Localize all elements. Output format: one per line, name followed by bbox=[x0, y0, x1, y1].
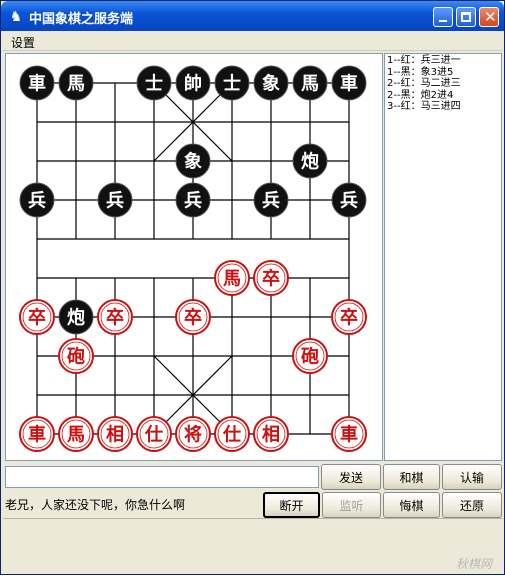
red-piece[interactable]: 卒 bbox=[19, 299, 55, 335]
move-item[interactable]: 2--红：马二进三 bbox=[387, 78, 499, 90]
restore-button[interactable]: 还原 bbox=[442, 492, 502, 518]
black-piece[interactable]: 炮 bbox=[292, 143, 328, 179]
black-piece[interactable]: 兵 bbox=[175, 182, 211, 218]
chat-input[interactable] bbox=[5, 466, 319, 488]
listen-button[interactable]: 监听 bbox=[322, 492, 381, 518]
disconnect-button[interactable]: 断开 bbox=[263, 492, 320, 518]
lower-panel bbox=[3, 518, 503, 574]
piece-label: 砲 bbox=[301, 346, 319, 368]
close-button[interactable]: ✕ bbox=[479, 7, 499, 27]
chess-app-icon: ♞ bbox=[9, 9, 23, 25]
black-piece[interactable]: 象 bbox=[175, 143, 211, 179]
piece-label: 象 bbox=[262, 73, 280, 95]
minimize-icon bbox=[439, 20, 447, 22]
piece-label: 象 bbox=[184, 151, 202, 173]
red-piece[interactable]: 卒 bbox=[97, 299, 133, 335]
black-piece[interactable]: 士 bbox=[136, 65, 172, 101]
piece-label: 相 bbox=[262, 425, 280, 446]
menu-bar: 设置 bbox=[3, 31, 503, 51]
piece-label: 車 bbox=[28, 424, 46, 446]
red-piece[interactable]: 砲 bbox=[58, 338, 94, 374]
piece-label: 仕 bbox=[222, 424, 241, 446]
piece-label: 卒 bbox=[262, 268, 280, 290]
status-message: 老兄，人家还没下呢，你急什么啊 bbox=[5, 498, 186, 512]
piece-label: 士 bbox=[223, 74, 241, 95]
close-icon: ✕ bbox=[484, 8, 497, 26]
piece-label: 兵 bbox=[262, 191, 280, 212]
black-piece[interactable]: 兵 bbox=[331, 182, 367, 218]
red-piece[interactable]: 馬 bbox=[214, 260, 250, 296]
chess-board[interactable]: 車馬士帥士象馬車象 炮兵兵兵兵兵馬 卒卒炮卒卒卒砲 砲車馬相仕将仕相車 bbox=[6, 54, 382, 460]
title-bar[interactable]: ♞ 中国象棋之服务端 ✕ bbox=[1, 1, 504, 31]
red-piece[interactable]: 車 bbox=[19, 416, 55, 452]
black-piece[interactable]: 兵 bbox=[19, 182, 55, 218]
menu-settings[interactable]: 设置 bbox=[11, 34, 35, 51]
draw-button[interactable]: 和棋 bbox=[383, 464, 440, 490]
piece-label: 兵 bbox=[28, 191, 46, 212]
maximize-button[interactable] bbox=[456, 7, 476, 27]
piece-label: 車 bbox=[340, 73, 358, 95]
red-piece[interactable]: 馬 bbox=[58, 416, 94, 452]
piece-label: 車 bbox=[340, 424, 358, 446]
maximize-icon bbox=[461, 12, 471, 22]
black-piece[interactable]: 兵 bbox=[97, 182, 133, 218]
move-item[interactable]: 3--红：马三进四 bbox=[387, 101, 499, 113]
piece-label: 士 bbox=[145, 74, 163, 95]
move-item[interactable]: 2--黑：炮2进4 bbox=[387, 90, 499, 102]
application-window: ♞ 中国象棋之服务端 ✕ 设置 車馬士帥士象馬車象炮兵兵兵兵兵馬卒卒炮卒卒卒砲砲… bbox=[0, 0, 505, 575]
red-piece[interactable]: 相 bbox=[97, 416, 133, 452]
piece-label: 仕 bbox=[144, 424, 163, 446]
red-piece[interactable]: 車 bbox=[331, 416, 367, 452]
piece-label: 馬 bbox=[67, 74, 85, 95]
piece-label: 将 bbox=[184, 424, 202, 446]
watermark: 秋棋网 bbox=[455, 557, 492, 571]
move-item[interactable]: 1--红：兵三进一 bbox=[387, 55, 499, 67]
piece-label: 兵 bbox=[340, 191, 358, 212]
black-piece[interactable]: 車 bbox=[331, 65, 367, 101]
black-piece[interactable]: 馬 bbox=[58, 65, 94, 101]
red-piece[interactable]: 砲 bbox=[292, 338, 328, 374]
piece-label: 馬 bbox=[67, 425, 85, 446]
piece-label: 砲 bbox=[67, 346, 85, 368]
piece-label: 兵 bbox=[184, 191, 202, 212]
resign-button[interactable]: 认输 bbox=[442, 464, 502, 490]
move-list[interactable]: 1--红：兵三进一 1--黑：象3进5 2--红：马二进三 2--黑：炮2进4 3--红… bbox=[384, 53, 502, 461]
piece-label: 帥 bbox=[184, 73, 202, 95]
red-piece[interactable]: 卒 bbox=[331, 299, 367, 335]
piece-label: 卒 bbox=[184, 307, 202, 329]
black-piece[interactable]: 士 bbox=[214, 65, 250, 101]
piece-label: 炮 bbox=[301, 151, 319, 173]
piece-label: 馬 bbox=[223, 269, 241, 290]
piece-label: 卒 bbox=[106, 307, 124, 329]
black-piece[interactable]: 象 bbox=[253, 65, 289, 101]
piece-label: 卒 bbox=[340, 307, 358, 329]
piece-label: 卒 bbox=[28, 307, 46, 329]
black-piece[interactable]: 炮 bbox=[58, 299, 94, 335]
red-piece[interactable]: 将 bbox=[175, 416, 211, 452]
red-piece[interactable]: 相 bbox=[253, 416, 289, 452]
black-piece[interactable]: 馬 bbox=[292, 65, 328, 101]
send-button[interactable]: 发送 bbox=[321, 464, 381, 490]
red-piece[interactable]: 仕 bbox=[214, 416, 250, 452]
chess-board-panel[interactable]: 車馬士帥士象馬車象炮兵兵兵兵兵馬卒卒炮卒卒卒砲砲車馬相仕将仕相車 bbox=[5, 53, 383, 461]
piece-label: 相 bbox=[106, 425, 124, 446]
black-piece[interactable]: 車 bbox=[19, 65, 55, 101]
black-piece[interactable]: 兵 bbox=[253, 182, 289, 218]
minimize-button[interactable] bbox=[433, 7, 453, 27]
red-piece[interactable]: 卒 bbox=[253, 260, 289, 296]
red-piece[interactable]: 卒 bbox=[175, 299, 211, 335]
piece-label: 炮 bbox=[67, 307, 85, 329]
black-piece[interactable]: 帥 bbox=[175, 65, 211, 101]
piece-label: 兵 bbox=[106, 191, 124, 212]
window-title: 中国象棋之服务端 bbox=[29, 12, 134, 27]
piece-label: 馬 bbox=[301, 74, 319, 95]
undo-button[interactable]: 悔棋 bbox=[383, 492, 440, 518]
move-item[interactable]: 1--黑：象3进5 bbox=[387, 67, 499, 79]
red-piece[interactable]: 仕 bbox=[136, 416, 172, 452]
control-area: 发送 和棋 认输 老兄，人家还没下呢，你急什么啊 断开 监听 悔棋 还原 秋棋网 bbox=[1, 461, 505, 576]
piece-label: 車 bbox=[28, 73, 46, 95]
